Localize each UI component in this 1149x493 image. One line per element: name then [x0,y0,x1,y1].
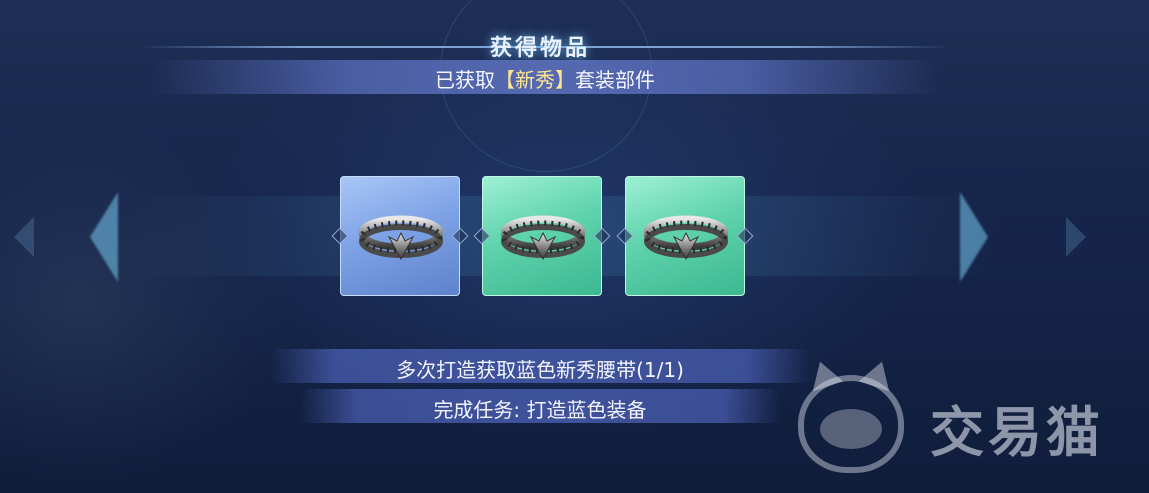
watermark-text: 交易猫 [930,401,1104,464]
arrow-right-icon[interactable] [960,192,988,282]
cat-logo-icon [798,356,904,473]
belt-icon [359,215,443,261]
page-title: 获得物品 [489,36,590,61]
item-slot[interactable] [616,176,754,296]
task-progress: 多次打造获取蓝色新秀腰带(1/1) [396,358,684,382]
subtitle: 已获取【新秀】套装部件 [150,64,940,93]
subtitle-suffix: 套装部件 [575,68,655,92]
arrow-right-outer-icon [1066,217,1086,257]
belt-icon [644,215,728,261]
subtitle-prefix: 已获取 [435,68,495,92]
item-slot[interactable] [473,176,611,296]
belt-icon [501,215,585,261]
item-slot[interactable] [331,176,469,296]
arrow-left-icon[interactable] [90,192,118,282]
arrow-left-outer-icon [14,217,34,257]
task-quest: 完成任务: 打造蓝色装备 [433,398,647,422]
set-name: 【新秀】 [495,68,575,92]
